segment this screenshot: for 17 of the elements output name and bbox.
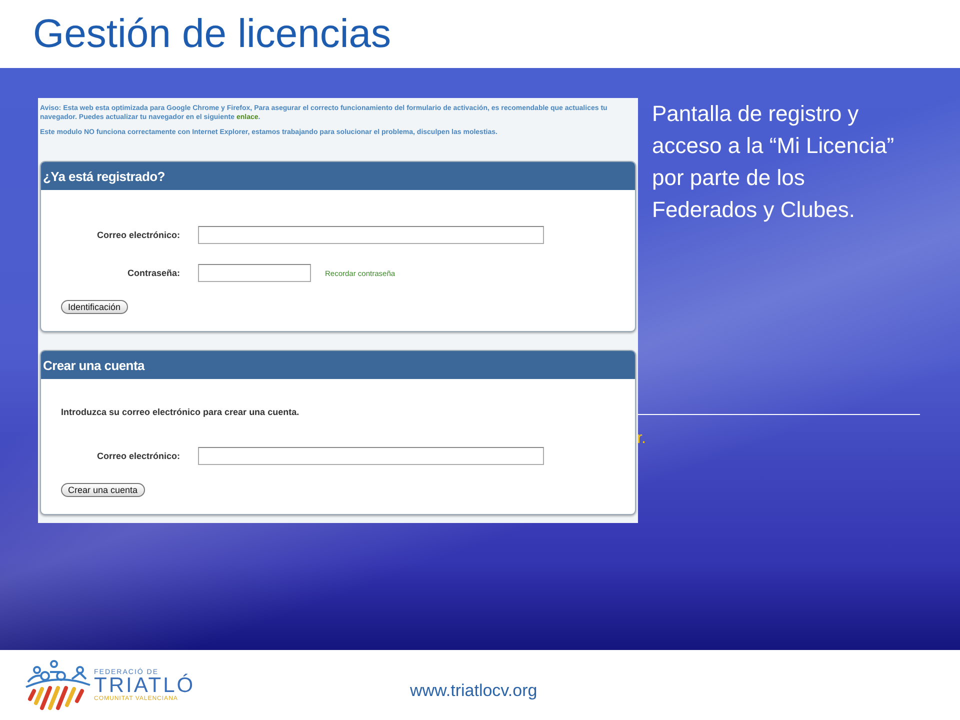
triathlon-logo-icon [24, 659, 92, 711]
slide-title: Gestión de licencias [33, 12, 391, 56]
panel-header: Crear una cuenta [41, 351, 635, 379]
website-url: www.triatlocv.org [410, 681, 538, 701]
submit-button[interactable]: Crear una cuenta [61, 483, 145, 497]
submit-button[interactable]: Identificación [61, 300, 128, 314]
field-label: Contraseña: [126, 268, 180, 278]
email-field[interactable] [198, 226, 544, 244]
logo-text: TRIATLÓ [94, 676, 196, 696]
covered-text: r. [637, 430, 646, 448]
email-field[interactable] [198, 447, 544, 465]
description-text: Pantalla de registro y acceso a la “Mi Licencia” por parte de los Federados y Clubes. [652, 100, 896, 224]
intro-text: Introduzca su correo electrónico para crear una cuenta. [61, 407, 300, 417]
panel-header: ¿Ya está registrado? [41, 162, 635, 190]
field-label: Correo electrónico: [96, 451, 180, 461]
field-label: Correo electrónico: [96, 230, 180, 240]
password-field[interactable] [198, 264, 311, 282]
